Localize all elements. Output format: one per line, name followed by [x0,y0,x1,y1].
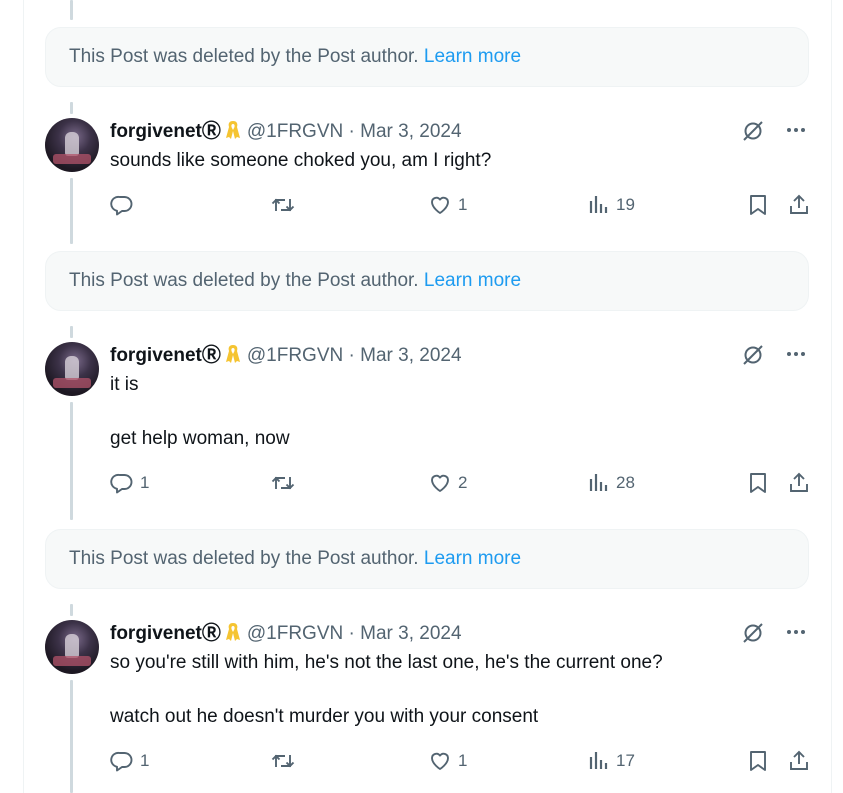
learn-more-link[interactable]: Learn more [424,270,521,291]
like-icon [431,752,449,770]
user-handle[interactable]: @1FRGVN [247,121,343,142]
post-text: sounds like someone choked you, am I rig… [110,150,492,171]
share-button[interactable] [787,746,811,776]
reply-icon [110,196,133,216]
thread-line [70,604,73,616]
post-date[interactable]: Mar 3, 2024 [360,121,461,142]
grok-icon[interactable] [741,343,765,372]
views-count: 17 [616,751,635,770]
like-button[interactable]: 1 [428,190,467,220]
bookmark-button[interactable] [746,746,770,776]
deleted-notice-text: This Post was deleted by the Post author… [69,46,419,67]
deleted-notice-text: This Post was deleted by the Post author… [69,270,419,291]
repost-icon [271,476,295,490]
separator: · [348,345,355,366]
avatar[interactable] [45,620,99,674]
post-actions: 1 1 17 [110,746,810,776]
post-actions: 1 2 28 [110,468,810,498]
post-text: it is get help woman, now [110,374,290,449]
registered-badge: Ⓡ [201,345,221,366]
repost-icon [271,754,295,768]
display-name[interactable]: forgivenet [110,121,202,142]
like-count: 1 [458,751,468,770]
like-button[interactable]: 2 [428,468,467,498]
more-icon[interactable] [785,343,807,370]
reply-icon [110,752,133,772]
post[interactable]: forgivenetⓇ @1FRGVN · Mar 3, 2024 it is g… [45,342,809,508]
user-handle[interactable]: @1FRGVN [247,345,343,366]
like-count: 1 [458,195,468,214]
deleted-notice-text: This Post was deleted by the Post author… [69,548,419,569]
thread-line [70,102,73,114]
thread-line [70,0,73,20]
deleted-post-notice: This Post was deleted by the Post author… [45,27,809,87]
deleted-post-notice: This Post was deleted by the Post author… [45,529,809,589]
repost-button[interactable] [270,746,302,776]
repost-button[interactable] [270,468,302,498]
yellow-ribbon-icon [225,120,241,149]
like-button[interactable]: 1 [428,746,467,776]
bookmark-button[interactable] [746,468,770,498]
avatar[interactable] [45,118,99,172]
bookmark-button[interactable] [746,190,770,220]
reply-button[interactable]: 1 [110,468,149,498]
yellow-ribbon-icon [225,344,241,373]
user-handle[interactable]: @1FRGVN [247,623,343,644]
yellow-ribbon-icon [225,622,241,651]
share-button[interactable] [787,190,811,220]
display-name[interactable]: forgivenet [110,623,202,644]
reply-icon [110,474,133,494]
post-date[interactable]: Mar 3, 2024 [360,623,461,644]
post-header: forgivenetⓇ @1FRGVN · Mar 3, 2024 [110,342,462,370]
views-icon [589,196,608,213]
display-name[interactable]: forgivenet [110,345,202,366]
grok-icon[interactable] [741,119,765,148]
repost-icon [271,198,295,212]
post-header: forgivenetⓇ @1FRGVN · Mar 3, 2024 [110,620,462,648]
reply-count: 1 [140,473,150,492]
reply-button[interactable]: 1 [110,746,149,776]
views-icon [589,474,608,491]
bookmark-icon [750,195,766,215]
thread-line [70,326,73,338]
views-button[interactable]: 28 [588,468,635,498]
separator: · [348,623,355,644]
post[interactable]: forgivenetⓇ @1FRGVN · Mar 3, 2024 so you'… [45,620,809,786]
deleted-post-notice: This Post was deleted by the Post author… [45,251,809,311]
learn-more-link[interactable]: Learn more [424,548,521,569]
bookmark-icon [750,751,766,771]
learn-more-link[interactable]: Learn more [424,46,521,67]
share-icon [790,472,808,492]
views-count: 19 [616,195,635,214]
views-icon [589,752,608,769]
avatar[interactable] [45,342,99,396]
post-actions: 1 19 [110,190,810,220]
registered-badge: Ⓡ [201,623,221,644]
reply-count: 1 [140,751,150,770]
post-header: forgivenetⓇ @1FRGVN · Mar 3, 2024 [110,118,462,146]
separator: · [348,121,355,142]
more-icon[interactable] [785,621,807,648]
views-button[interactable]: 17 [588,746,635,776]
views-button[interactable]: 19 [588,190,635,220]
like-icon [431,196,449,214]
registered-badge: Ⓡ [201,121,221,142]
more-icon[interactable] [785,119,807,146]
reply-button[interactable] [110,190,140,220]
share-icon [790,750,808,770]
grok-icon[interactable] [741,621,765,650]
like-count: 2 [458,473,468,492]
post-text: so you're still with him, he's not the l… [110,652,663,727]
like-icon [431,474,449,492]
post[interactable]: forgivenetⓇ @1FRGVN · Mar 3, 2024 sounds … [45,118,809,228]
post-date[interactable]: Mar 3, 2024 [360,345,461,366]
views-count: 28 [616,473,635,492]
repost-button[interactable] [270,190,302,220]
share-button[interactable] [787,468,811,498]
share-icon [790,194,808,214]
bookmark-icon [750,473,766,493]
